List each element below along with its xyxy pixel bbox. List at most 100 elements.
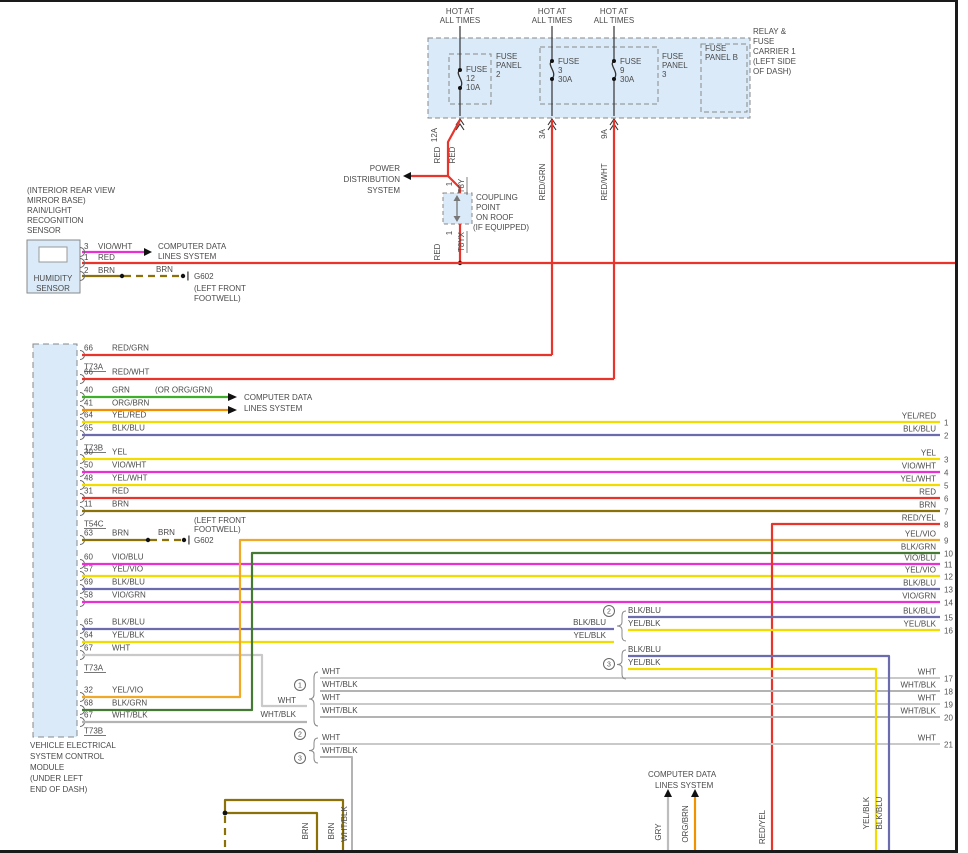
svg-text:30A: 30A [620, 75, 635, 84]
circuit-number: 3 [944, 456, 949, 465]
circuit-number: 16 [944, 627, 953, 636]
fuse-panel-2-label: FUSE [496, 52, 517, 61]
svg-text:WHT: WHT [322, 733, 340, 742]
right-wire-label: WHT [918, 668, 936, 677]
svg-text:SYSTEM CONTROL: SYSTEM CONTROL [30, 752, 105, 761]
data-lines-module: COMPUTER DATA [244, 393, 313, 402]
hot-label-1: HOT AT [446, 7, 474, 16]
circuit-number: 14 [944, 599, 953, 608]
svg-text:(IF EQUIPPED): (IF EQUIPPED) [473, 223, 529, 232]
svg-text:FUSE: FUSE [753, 37, 774, 46]
wire-color-label: YEL/WHT [112, 474, 148, 483]
wire-color-label: BRN [112, 500, 129, 509]
fuse-9-label: FUSE [620, 57, 641, 66]
pin-number: 50 [84, 461, 93, 470]
right-wire-label: BLK/BLU [903, 425, 936, 434]
g602-bar [187, 272, 189, 281]
wire-color-label: WHT/BLK [112, 711, 148, 720]
wire-color-label: YEL/VIO [112, 565, 143, 574]
humidity-sensor-label: HUMIDITY [34, 274, 73, 283]
relay-fuse-carrier-box [428, 38, 750, 118]
circuit-number: 21 [944, 741, 953, 750]
circuit-number: 20 [944, 714, 953, 723]
right-wire-label: VIO/GRN [902, 592, 936, 601]
svg-text:3: 3 [558, 66, 563, 75]
svg-text:LINES SYSTEM: LINES SYSTEM [158, 252, 217, 261]
right-edge-labels: YEL/RED1BLK/BLU2YEL3VIO/WHT4YEL/WHT5RED6… [900, 412, 953, 750]
wire-color-label: YEL [112, 448, 128, 457]
right-wire-label: BRN [919, 501, 936, 510]
right-wire-label: VIO/BLU [904, 554, 936, 563]
pin-number: 41 [84, 399, 93, 408]
wire-label-red-1: RED [433, 146, 442, 163]
right-wire-label: YEL/RED [902, 412, 936, 421]
svg-text:WHT/BLK: WHT/BLK [322, 706, 358, 715]
wire-color-label: VIO/BLU [112, 553, 144, 562]
svg-text:PANEL B: PANEL B [705, 53, 738, 62]
bottom-brn-1: BRN [301, 822, 310, 839]
bottom-yelblk: YEL/BLK [862, 796, 871, 829]
pin-number: 11 [84, 500, 93, 509]
wire-color-label: BLK/BLU [112, 618, 145, 627]
svg-text:VIO/WHT: VIO/WHT [98, 242, 132, 251]
terminal-chevrons [456, 119, 618, 130]
svg-text:ALL TIMES: ALL TIMES [594, 16, 634, 25]
svg-text:12: 12 [466, 74, 475, 83]
svg-text:(LEFT FRONT: (LEFT FRONT [194, 284, 246, 293]
svg-text:(LEFT SIDE: (LEFT SIDE [753, 57, 796, 66]
right-wire-label: WHT [918, 734, 936, 743]
right-wire-label: YEL [921, 449, 937, 458]
svg-text:9: 9 [620, 66, 625, 75]
wire-color-label: ORG/BRN [112, 399, 150, 408]
carrier-label: RELAY & [753, 27, 787, 36]
pin-number: 48 [84, 474, 93, 483]
sensor-pin-1: 1 [84, 253, 89, 262]
pin-number: 63 [84, 529, 93, 538]
data-lines-bottom: COMPUTER DATA [648, 770, 717, 779]
hot-label-2: HOT AT [538, 7, 566, 16]
coupling-pin-top: 1 [445, 181, 454, 186]
circuit-number: 19 [944, 701, 953, 710]
wire-color-label: RED/GRN [112, 344, 149, 353]
svg-text:(UNDER LEFT: (UNDER LEFT [30, 774, 83, 783]
coupling-conn-bottom: T8YX [457, 231, 466, 252]
pin-number: 32 [84, 686, 93, 695]
wire-color-label: WHT [112, 644, 130, 653]
wire-color-label: BLK/BLU [112, 424, 145, 433]
svg-text:WHT: WHT [322, 667, 340, 676]
pin-number: 65 [84, 424, 93, 433]
svg-text:ALL TIMES: ALL TIMES [532, 16, 572, 25]
feed-yelblk-label: YEL/BLK [574, 631, 607, 640]
circuit-number: 18 [944, 688, 953, 697]
svg-text:CARRIER 1: CARRIER 1 [753, 47, 796, 56]
ref-2: 2 [298, 732, 302, 739]
svg-text:LINES SYSTEM: LINES SYSTEM [655, 781, 714, 790]
terminal-9a: 9A [600, 128, 609, 138]
right-wire-label: YEL/VIO [905, 566, 936, 575]
terminal-12a: 12A [430, 127, 439, 142]
bottom-gry: GRY [654, 823, 663, 841]
g602-label-2: G602 [194, 536, 214, 545]
svg-text:2: 2 [496, 70, 501, 79]
feed-wht-label: WHT [278, 696, 296, 705]
right-wire-label: BLK/BLU [903, 607, 936, 616]
data-lines-arrow [228, 406, 237, 414]
wire-color-label: VIO/WHT [112, 461, 146, 470]
sensor-title: (INTERIOR REAR VIEW [27, 186, 115, 195]
wiring-diagram: 66RED/GRNT73A66RED/WHT40GRN(OR ORG/GRN)4… [0, 0, 968, 853]
coupling-conn-top: T8Y [457, 178, 466, 193]
wire-color-label: BLK/BLU [112, 578, 145, 587]
circuit-number: 12 [944, 573, 953, 582]
svg-text:MIRROR BASE): MIRROR BASE) [27, 196, 86, 205]
wire-label-red-wht: RED/WHT [600, 163, 609, 200]
svg-text:YEL/BLK: YEL/BLK [628, 619, 661, 628]
fuse-3-label: FUSE [558, 57, 579, 66]
svg-text:SYSTEM: SYSTEM [367, 186, 400, 195]
pin-number: 65 [84, 618, 93, 627]
circuit-number: 15 [944, 614, 953, 623]
wires-static [82, 26, 956, 853]
svg-text:SENSOR: SENSOR [36, 284, 70, 293]
svg-text:DISTRIBUTION: DISTRIBUTION [344, 175, 401, 184]
bottom-blkblu: BLK/BLU [875, 796, 884, 829]
svg-text:POINT: POINT [476, 203, 501, 212]
